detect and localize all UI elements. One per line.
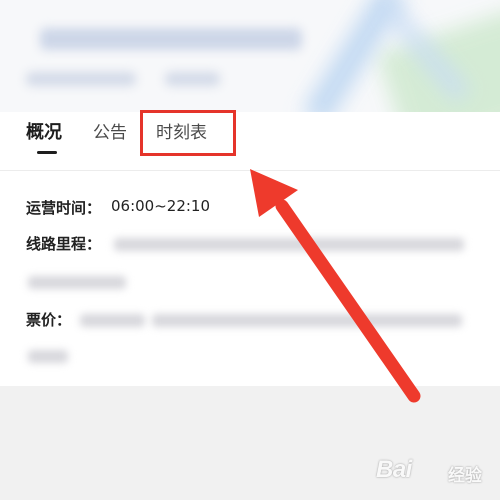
tab-bar: 概况 公告 时刻表	[0, 112, 500, 171]
route-header	[0, 0, 500, 112]
tab-overview[interactable]: 概况	[26, 120, 62, 154]
blurred-route-length-value	[28, 276, 126, 289]
blurred-route-length-value	[114, 238, 464, 251]
operating-hours-value: 06:00~22:10	[111, 197, 211, 215]
blurred-fare-value	[80, 314, 145, 327]
tab-timetable[interactable]: 时刻表	[156, 120, 207, 146]
blurred-fare-value	[152, 314, 462, 327]
blurred-route-subtitle	[165, 72, 220, 86]
watermark-suffix: 经验	[448, 466, 482, 486]
route-length-label: 线路里程：	[26, 235, 102, 253]
blurred-fare-value	[28, 350, 68, 363]
blurred-route-subtitle	[26, 72, 136, 86]
watermark-brand: Bai	[376, 456, 412, 483]
blurred-route-title	[40, 28, 302, 50]
fare-label: 票价：	[26, 311, 72, 329]
operating-hours-label: 运营时间：	[26, 199, 102, 217]
tab-notice[interactable]: 公告	[93, 120, 127, 146]
baidu-jingyan-watermark: Bai 经验	[376, 450, 491, 490]
